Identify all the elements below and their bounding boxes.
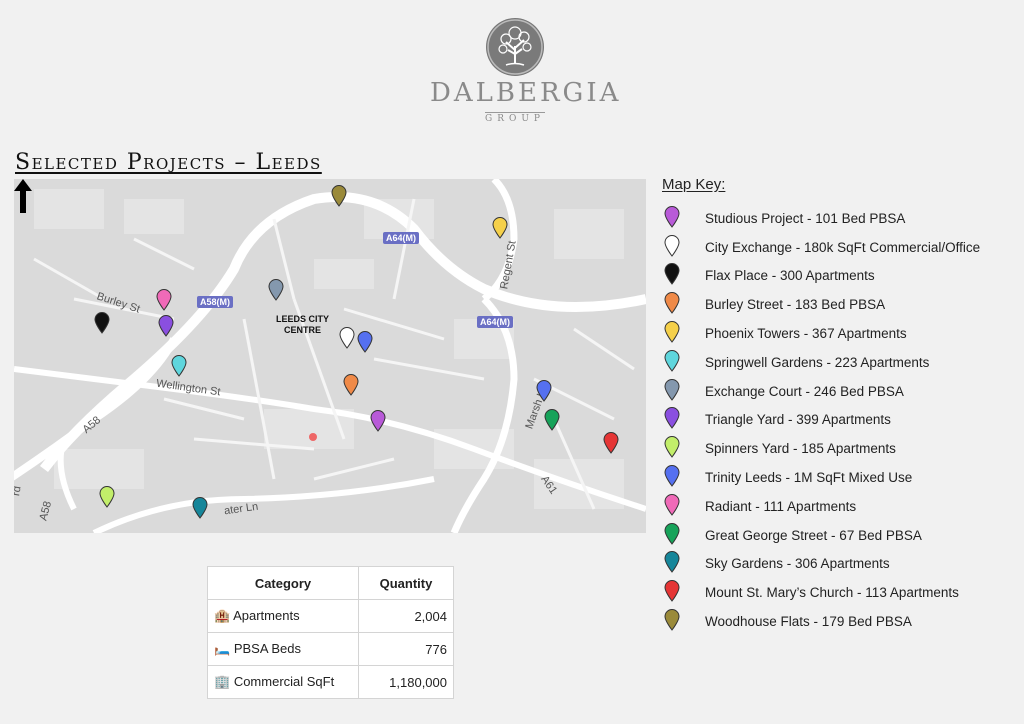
- tree-icon: [486, 18, 544, 76]
- map-pin-icon[interactable]: [357, 331, 373, 353]
- quantity-value: 2,004: [358, 599, 454, 633]
- legend-item: Triangle Yard - 399 Apartments: [662, 406, 1022, 435]
- map-pin-icon: [662, 493, 693, 519]
- office-building-icon: 🏢: [214, 674, 231, 689]
- map-pin-icon: [662, 436, 693, 461]
- map-pin-icon[interactable]: [268, 279, 284, 301]
- hotel-icon: 🏨: [214, 608, 231, 623]
- table-row: 🛏️ PBSA Beds 776: [207, 632, 454, 666]
- map-pin-icon: [662, 609, 693, 634]
- road-badge-a64m-east: A64(M): [477, 316, 514, 328]
- map-pin-icon: [662, 465, 693, 490]
- quantity-value: 1,180,000: [358, 665, 454, 699]
- category-label: Apartments: [233, 608, 300, 623]
- legend-label: Phoenix Towers - 367 Apartments: [705, 326, 907, 342]
- map-pin-icon[interactable]: [370, 410, 386, 432]
- map-pin-icon[interactable]: [492, 217, 508, 239]
- map-pin-icon: [662, 321, 693, 346]
- header-category: Category: [207, 566, 359, 600]
- legend-label: Sky Gardens - 306 Apartments: [705, 556, 890, 572]
- map-pin-icon: [662, 522, 693, 548]
- brand-sub: GROUP: [485, 112, 545, 124]
- street-label-rd: rd: [14, 485, 24, 497]
- map-pin-icon: [662, 205, 693, 231]
- legend-label: Spinners Yard - 185 Apartments: [705, 441, 896, 457]
- legend-item: Sky Gardens - 306 Apartments: [662, 550, 1022, 579]
- map-pin-icon: [662, 580, 693, 605]
- legend-item: Studious Project - 101 Bed PBSA: [662, 204, 1022, 233]
- legend-item: City Exchange - 180k SqFt Commercial/Off…: [662, 233, 1022, 262]
- map-key-title: Map Key:: [662, 176, 726, 193]
- legend-item: Woodhouse Flats - 179 Bed PBSA: [662, 607, 1022, 636]
- quantity-value: 776: [358, 632, 454, 666]
- map-pin-icon[interactable]: [544, 409, 560, 431]
- table-header-row: Category Quantity: [207, 566, 454, 600]
- legend-item: Springwell Gardens - 223 Apartments: [662, 348, 1022, 377]
- legend-item: Exchange Court - 246 Bed PBSA: [662, 377, 1022, 406]
- leeds-map[interactable]: Burley St Wellington St A58 A58 Regent S…: [14, 179, 646, 533]
- road-badge-a58m: A58(M): [197, 296, 234, 308]
- brand-name: DALBERGIA: [430, 78, 622, 108]
- map-pin-icon[interactable]: [603, 432, 619, 454]
- bed-icon: 🛏️: [214, 641, 231, 656]
- legend-label: Trinity Leeds - 1M SqFt Mixed Use: [705, 470, 913, 486]
- legend-label: Great George Street - 67 Bed PBSA: [705, 527, 922, 543]
- map-pin-icon[interactable]: [343, 374, 359, 396]
- map-pin-icon[interactable]: [536, 380, 552, 402]
- road-badge-a64m-north: A64(M): [383, 232, 420, 244]
- map-pin-icon: [662, 263, 693, 288]
- category-label: PBSA Beds: [233, 641, 302, 656]
- table-row: 🏨 Apartments 2,004: [207, 599, 454, 633]
- map-pin-icon: [662, 292, 693, 317]
- legend-item: Burley Street - 183 Bed PBSA: [662, 290, 1022, 319]
- map-key-list: Studious Project - 101 Bed PBSA City Exch…: [662, 204, 1022, 636]
- legend-label: Exchange Court - 246 Bed PBSA: [705, 383, 904, 399]
- legend-label: Mount St. Mary’s Church - 113 Apartments: [705, 585, 959, 601]
- summary-table: Category Quantity 🏨 Apartments 2,004 🛏️ …: [207, 566, 454, 699]
- category-label: Commercial SqFt: [233, 674, 335, 689]
- map-pin-icon[interactable]: [156, 289, 172, 311]
- map-key: Map Key: Studious Project - 101 Bed PBSA…: [662, 176, 1022, 636]
- legend-label: Burley Street - 183 Bed PBSA: [705, 297, 886, 313]
- map-pin-icon[interactable]: [331, 185, 347, 207]
- header-quantity: Quantity: [358, 566, 454, 600]
- legend-label: Woodhouse Flats - 179 Bed PBSA: [705, 614, 912, 630]
- legend-item: Trinity Leeds - 1M SqFt Mixed Use: [662, 463, 1022, 492]
- map-pin-icon: [662, 378, 693, 404]
- page-title: Selected Projects – Leeds: [15, 150, 322, 175]
- legend-label: Triangle Yard - 399 Apartments: [705, 412, 891, 428]
- map-pin-icon[interactable]: [158, 315, 174, 337]
- legend-item: Flax Place - 300 Apartments: [662, 262, 1022, 291]
- map-pin-icon[interactable]: [339, 327, 355, 349]
- company-logo: DALBERGIA GROUP: [430, 18, 622, 128]
- city-centre-label: LEEDS CITY CENTRE: [276, 314, 330, 335]
- map-pin-icon: [662, 349, 693, 375]
- legend-label: Radiant - 111 Apartments: [705, 498, 857, 514]
- legend-label: City Exchange - 180k SqFt Commercial/Off…: [705, 239, 981, 255]
- north-arrow-icon: [14, 179, 32, 213]
- map-pin-icon: [662, 407, 693, 432]
- map-pin-icon[interactable]: [171, 355, 187, 377]
- map-pin-icon[interactable]: [99, 486, 115, 508]
- map-pin-icon[interactable]: [192, 497, 208, 519]
- legend-item: Spinners Yard - 185 Apartments: [662, 434, 1022, 463]
- legend-label: Flax Place - 300 Apartments: [705, 268, 875, 284]
- legend-item: Mount St. Mary’s Church - 113 Apartments: [662, 578, 1022, 607]
- legend-item: Great George Street - 67 Bed PBSA: [662, 521, 1022, 550]
- legend-label: Springwell Gardens - 223 Apartments: [705, 354, 930, 370]
- legend-label: Studious Project - 101 Bed PBSA: [705, 210, 906, 226]
- map-pin-icon: [662, 234, 693, 260]
- table-row: 🏢 Commercial SqFt 1,180,000: [207, 665, 454, 699]
- legend-item: Radiant - 111 Apartments: [662, 492, 1022, 521]
- legend-item: Phoenix Towers - 367 Apartments: [662, 319, 1022, 348]
- map-pin-icon[interactable]: [94, 312, 110, 334]
- map-pin-icon: [662, 551, 693, 576]
